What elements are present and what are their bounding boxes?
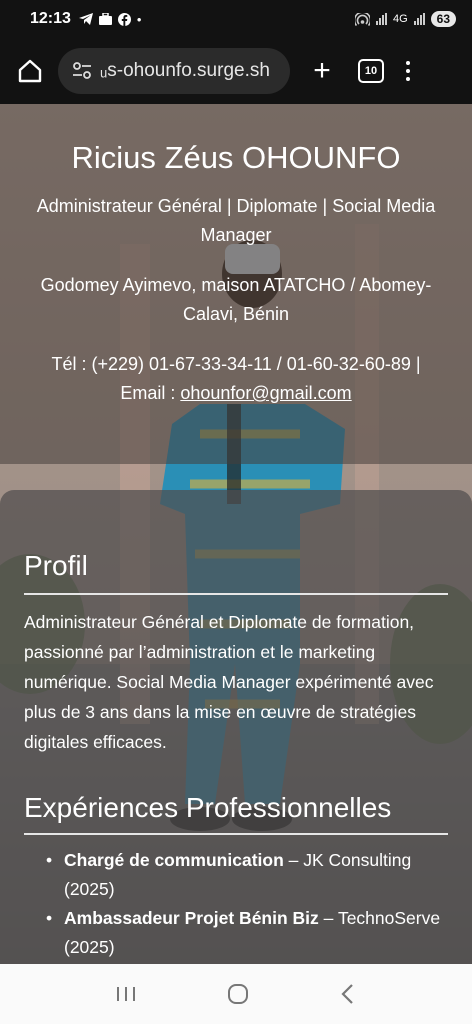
home-icon — [18, 59, 42, 83]
briefcase-icon — [98, 13, 112, 25]
experience-title: Ambassadeur Projet Bénin Biz — [64, 908, 319, 928]
phone-text: Tél : (+229) 01-67-33-34-11 / 01-60-32-6… — [51, 354, 421, 374]
new-tab-button[interactable]: + — [304, 53, 340, 89]
url-text: ᵤs-ohounfo.surge.sh — [100, 60, 270, 81]
facebook-icon — [117, 12, 131, 26]
battery-indicator: 63 — [430, 11, 456, 27]
more-menu-button[interactable] — [406, 61, 410, 81]
signal-icon — [375, 13, 387, 25]
address-bar[interactable]: ᵤs-ohounfo.surge.sh — [58, 48, 290, 94]
status-right: 4G 63 — [354, 11, 456, 27]
web-page: Ricius Zéus OHOUNFO Administrateur Génér… — [0, 104, 472, 964]
status-bar: 12:13 • 4G 63 — [0, 0, 472, 38]
experience-list: Chargé de communication – JK Consulting … — [40, 846, 450, 962]
list-item: Ambassadeur Projet Bénin Biz – TechnoSer… — [40, 904, 450, 962]
system-nav-bar — [0, 964, 472, 1024]
4g-signal-icon — [413, 13, 425, 25]
network-label: 4G — [392, 13, 408, 25]
divider — [24, 593, 448, 595]
notification-icons: • — [78, 11, 142, 27]
tagline: Administrateur Général | Diplomate | Soc… — [36, 196, 436, 245]
email-link[interactable]: ohounfor@gmail.com — [180, 383, 351, 403]
home-nav-icon[interactable] — [226, 982, 250, 1006]
page-title: Ricius Zéus OHOUNFO — [71, 140, 401, 175]
recent-apps-icon[interactable] — [114, 984, 138, 1004]
back-icon[interactable] — [338, 982, 358, 1006]
email-label: Email : — [120, 383, 181, 403]
profil-text: Administrateur Général et Diplomate de f… — [24, 612, 434, 752]
telegram-icon — [78, 13, 93, 25]
hotspot-icon — [354, 12, 370, 26]
experience-heading: Expériences Professionnelles — [24, 792, 392, 823]
experience-title: Chargé de communication — [64, 850, 284, 870]
tab-switcher-button[interactable]: 10 — [358, 59, 384, 83]
divider — [24, 833, 448, 835]
contact-info: Tél : (+229) 01-67-33-34-11 / 01-60-32-6… — [16, 350, 456, 408]
browser-toolbar: ᵤs-ohounfo.surge.sh + 10 — [0, 38, 472, 104]
status-time: 12:13 — [30, 10, 71, 27]
site-settings-icon[interactable] — [72, 62, 92, 80]
address: Godomey Ayimevo, maison ATATCHO / Abomey… — [40, 275, 432, 324]
home-button[interactable] — [12, 53, 48, 89]
list-item: Chargé de communication – JK Consulting … — [40, 846, 450, 904]
profil-heading: Profil — [24, 550, 88, 581]
dot-icon: • — [136, 11, 142, 27]
